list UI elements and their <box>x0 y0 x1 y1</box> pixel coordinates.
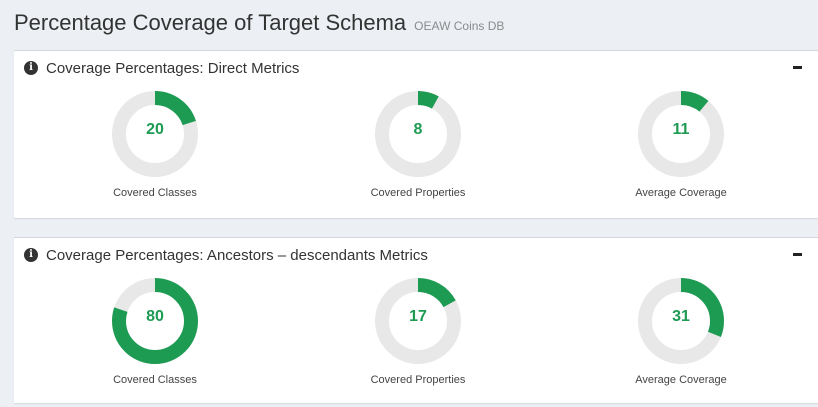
minus-icon[interactable] <box>792 59 804 73</box>
gauge-label: Covered Properties <box>370 187 466 199</box>
gauge-value: 31 <box>672 308 690 325</box>
info-circle-icon[interactable]: i <box>24 248 38 262</box>
gauge-covered-classes: 80 Covered Classes <box>75 276 235 386</box>
gauge-value: 11 <box>672 121 690 138</box>
page: Percentage Coverage of Target Schema OEA… <box>0 0 818 407</box>
gauge-covered-properties: 8 Covered Properties <box>338 89 498 199</box>
minus-icon[interactable] <box>792 246 804 260</box>
ancestors-descendants-metrics-panel: i Coverage Percentages: Ancestors – desc… <box>14 237 818 403</box>
gauge-covered-classes: 20 Covered Classes <box>75 89 235 199</box>
gauge-value: 8 <box>413 121 423 138</box>
gauge-value: 20 <box>146 121 164 138</box>
info-circle-icon[interactable]: i <box>24 61 38 75</box>
direct-metrics-panel: i Coverage Percentages: Direct Metrics 2… <box>14 50 818 218</box>
gauge-label: Covered Classes <box>113 187 197 199</box>
gauge-covered-properties: 17 Covered Properties <box>338 276 498 386</box>
gauge-row: 80 Covered Classes 17 Covered Properties… <box>14 276 818 401</box>
gauge-row: 20 Covered Classes 8 Covered Properties … <box>14 89 818 214</box>
gauge-average-coverage: 31 Average Coverage <box>601 276 761 386</box>
gauge-label: Average Coverage <box>635 187 727 199</box>
page-subtitle: OEAW Coins DB <box>414 19 505 33</box>
panel-title: Coverage Percentages: Direct Metrics <box>46 59 300 77</box>
gauge-label: Covered Classes <box>113 374 197 386</box>
gauge-label: Covered Properties <box>370 374 466 386</box>
page-header: Percentage Coverage of Target Schema OEA… <box>0 0 818 46</box>
gauge-average-coverage: 11 Average Coverage <box>601 89 761 199</box>
page-title: Percentage Coverage of Target Schema <box>14 10 407 35</box>
gauge-value: 17 <box>409 308 427 325</box>
panel-title: Coverage Percentages: Ancestors – descen… <box>46 246 428 264</box>
gauge-value: 80 <box>146 308 164 325</box>
panel-header: i Coverage Percentages: Direct Metrics <box>14 51 818 85</box>
gauge-label: Average Coverage <box>635 374 727 386</box>
panel-header: i Coverage Percentages: Ancestors – desc… <box>14 238 818 272</box>
